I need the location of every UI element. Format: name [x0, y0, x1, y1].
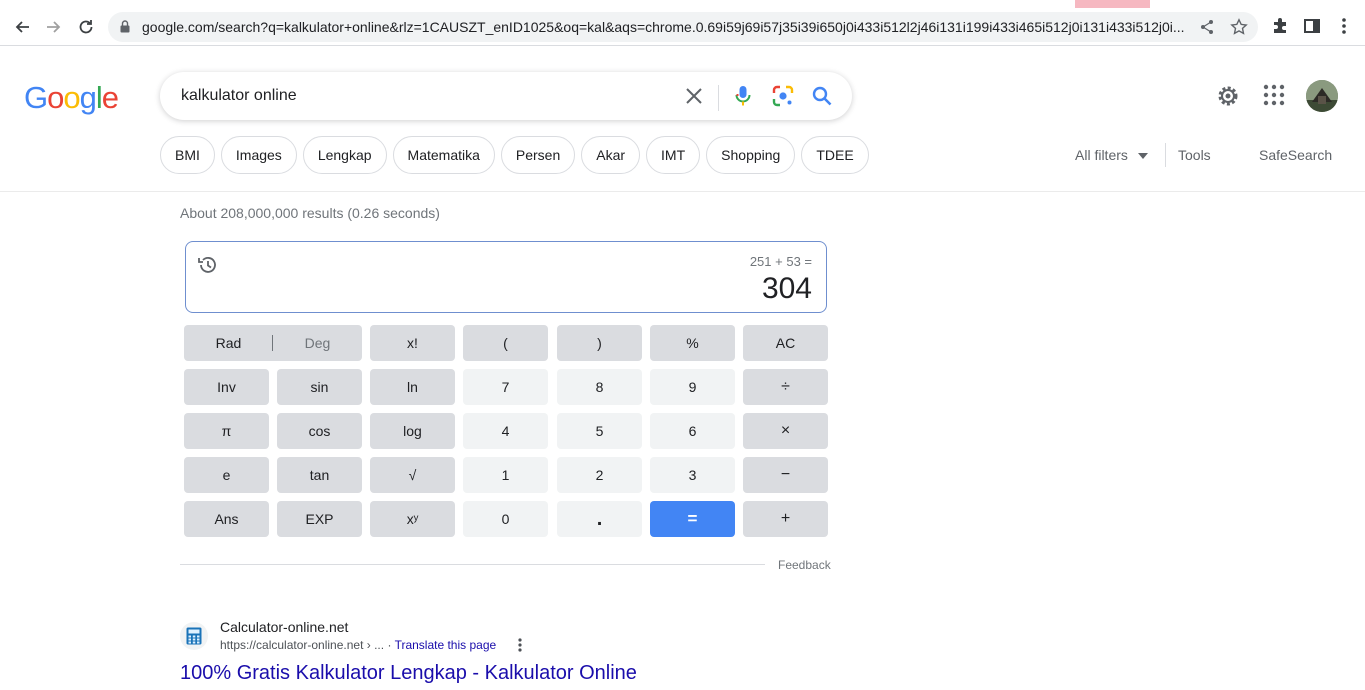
decimal-point-key[interactable]: . — [557, 501, 642, 537]
rad-deg-toggle[interactable]: Rad Deg — [184, 325, 362, 361]
plus-key[interactable]: + — [743, 501, 828, 537]
tools-button[interactable]: Tools — [1178, 147, 1211, 163]
voice-search-icon[interactable] — [731, 84, 755, 108]
extensions-icon[interactable] — [1271, 17, 1289, 40]
digit-8-key[interactable]: 8 — [557, 369, 642, 405]
chevron-down-icon — [1137, 153, 1148, 160]
search-icon[interactable] — [810, 84, 834, 108]
active-tab[interactable] — [0, 0, 1075, 8]
safesearch-button[interactable]: SafeSearch — [1259, 147, 1332, 163]
filters-divider — [1165, 143, 1166, 167]
browser-toolbar: google.com/search?q=kalkulator+online&rl… — [0, 8, 1365, 46]
feedback-divider — [180, 564, 765, 565]
chip-imt[interactable]: IMT — [646, 136, 701, 174]
digit-0-key[interactable]: 0 — [463, 501, 548, 537]
other-tab[interactable] — [1150, 0, 1365, 8]
forward-icon[interactable] — [40, 13, 68, 41]
tan-key[interactable]: tan — [277, 457, 362, 493]
result-title-link[interactable]: 100% Gratis Kalkulator Lengkap - Kalkula… — [180, 662, 637, 685]
pi-key[interactable]: π — [184, 413, 269, 449]
factorial-key[interactable]: x! — [370, 325, 455, 361]
back-icon[interactable] — [8, 13, 36, 41]
sin-key[interactable]: sin — [277, 369, 362, 405]
calculator-result: 304 — [761, 272, 812, 305]
deg-option[interactable]: Deg — [273, 325, 362, 361]
chip-tdee[interactable]: TDEE — [801, 136, 869, 174]
digit-6-key[interactable]: 6 — [650, 413, 735, 449]
sqrt-key[interactable]: √ — [370, 457, 455, 493]
chip-persen[interactable]: Persen — [500, 136, 576, 174]
lens-search-icon[interactable] — [771, 84, 795, 108]
side-panel-icon[interactable] — [1303, 17, 1321, 40]
exp-key[interactable]: EXP — [277, 501, 362, 537]
digit-4-key[interactable]: 4 — [463, 413, 548, 449]
result-site-name[interactable]: Calculator-online.net — [220, 619, 348, 635]
logo-letter: o — [63, 80, 80, 115]
result-stats: About 208,000,000 results (0.26 seconds) — [180, 205, 440, 221]
search-box[interactable]: kalkulator online — [160, 72, 852, 120]
digit-5-key[interactable]: 5 — [557, 413, 642, 449]
log-key[interactable]: log — [370, 413, 455, 449]
result-url[interactable]: https://calculator-online.net › ... — [220, 638, 384, 652]
logo-letter: G — [24, 80, 48, 115]
reload-icon[interactable] — [72, 13, 100, 41]
inverse-key[interactable]: Inv — [184, 369, 269, 405]
calculator-favicon-icon[interactable] — [180, 622, 208, 650]
search-divider — [718, 85, 719, 111]
digit-1-key[interactable]: 1 — [463, 457, 548, 493]
chip-akar[interactable]: Akar — [581, 136, 641, 174]
search-chips: BMI Images Lengkap Matematika Persen Aka… — [160, 136, 869, 174]
euler-key[interactable]: e — [184, 457, 269, 493]
chip-lengkap[interactable]: Lengkap — [302, 136, 387, 174]
logo-letter: e — [101, 80, 119, 115]
feedback-link[interactable]: Feedback — [778, 558, 831, 572]
search-input[interactable]: kalkulator online — [181, 87, 297, 105]
url-separator: · — [387, 638, 395, 652]
bookmark-star-icon[interactable] — [1230, 18, 1248, 41]
google-apps-icon[interactable] — [1263, 84, 1285, 111]
ln-key[interactable]: ln — [370, 369, 455, 405]
browser-menu-icon[interactable] — [1337, 17, 1351, 40]
equals-key[interactable]: = — [650, 501, 735, 537]
calculator-expression: 251 + 53 = — [749, 254, 812, 269]
digit-7-key[interactable]: 7 — [463, 369, 548, 405]
digit-9-key[interactable]: 9 — [650, 369, 735, 405]
tab-strip — [0, 0, 1365, 8]
all-clear-key[interactable]: AC — [743, 325, 828, 361]
translate-link[interactable]: Translate this page — [395, 638, 497, 652]
multiply-key[interactable]: × — [743, 413, 828, 449]
chip-matematika[interactable]: Matematika — [392, 136, 495, 174]
account-avatar[interactable] — [1306, 80, 1338, 112]
digit-3-key[interactable]: 3 — [650, 457, 735, 493]
share-icon[interactable] — [1199, 19, 1215, 40]
close-paren-key[interactable]: ) — [557, 325, 642, 361]
all-filters-button[interactable]: All filters — [1075, 147, 1148, 163]
chip-shopping[interactable]: Shopping — [706, 136, 796, 174]
more-options-icon[interactable] — [514, 637, 526, 658]
settings-gear-icon[interactable] — [1216, 84, 1240, 113]
minus-key[interactable]: − — [743, 457, 828, 493]
rad-option[interactable]: Rad — [184, 325, 273, 361]
chip-bmi[interactable]: BMI — [160, 136, 215, 174]
clear-icon[interactable] — [682, 84, 706, 108]
power-key[interactable]: xʸ — [370, 501, 455, 537]
cos-key[interactable]: cos — [277, 413, 362, 449]
percent-key[interactable]: % — [650, 325, 735, 361]
all-filters-label: All filters — [1075, 147, 1128, 163]
open-paren-key[interactable]: ( — [463, 325, 548, 361]
url-text[interactable]: google.com/search?q=kalkulator+online&rl… — [142, 19, 1192, 35]
digit-2-key[interactable]: 2 — [557, 457, 642, 493]
calculator-display: 251 + 53 = 304 — [185, 241, 827, 313]
logo-letter: o — [47, 80, 64, 115]
divide-key[interactable]: ÷ — [743, 369, 828, 405]
answer-key[interactable]: Ans — [184, 501, 269, 537]
history-icon[interactable] — [197, 254, 219, 281]
result-url-line: https://calculator-online.net › ... · Tr… — [220, 638, 496, 652]
header-divider — [0, 191, 1365, 192]
logo-letter: g — [79, 80, 97, 115]
address-bar[interactable]: google.com/search?q=kalkulator+online&rl… — [108, 12, 1258, 42]
chip-images[interactable]: Images — [220, 136, 297, 174]
lock-icon[interactable] — [120, 20, 130, 38]
google-logo[interactable]: Google — [24, 80, 119, 116]
